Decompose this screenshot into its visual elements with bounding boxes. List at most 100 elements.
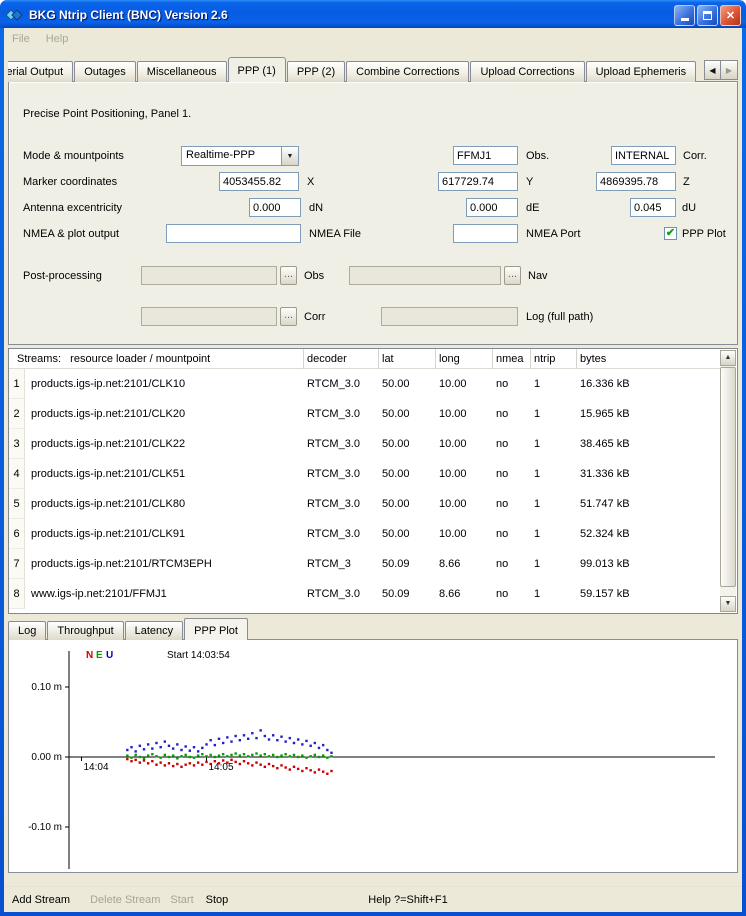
tab-combine-corrections[interactable]: Combine Corrections xyxy=(346,61,469,82)
cell-nmea: no xyxy=(493,498,531,510)
cell-long: 10.00 xyxy=(436,408,493,420)
cell-mount: products.igs-ip.net:2101/CLK10 xyxy=(25,378,304,390)
nmea-file-field[interactable] xyxy=(166,224,301,243)
corr-mountpoint-field[interactable] xyxy=(611,146,676,165)
table-row[interactable]: 3products.igs-ip.net:2101/CLK22RTCM_3.05… xyxy=(9,429,720,459)
nmea-port-field[interactable] xyxy=(453,224,518,243)
table-row[interactable]: 6products.igs-ip.net:2101/CLK91RTCM_3.05… xyxy=(9,519,720,549)
cell-ntrip: 1 xyxy=(531,588,577,600)
du-label: dU xyxy=(682,202,696,214)
cell-mount: products.igs-ip.net:2101/CLK22 xyxy=(25,438,304,450)
cell-lat: 50.00 xyxy=(379,378,436,390)
nmea-label: NMEA & plot output xyxy=(23,228,119,240)
ppp-plot-checkbox[interactable]: ✔ xyxy=(664,227,677,240)
cell-long: 10.00 xyxy=(436,528,493,540)
table-row[interactable]: 4products.igs-ip.net:2101/CLK51RTCM_3.05… xyxy=(9,459,720,489)
header-decoder[interactable]: decoder xyxy=(304,349,379,369)
minimize-button[interactable] xyxy=(674,5,695,26)
cell-num: 3 xyxy=(9,429,25,459)
cell-num: 2 xyxy=(9,399,25,429)
header-nmea[interactable]: nmea xyxy=(493,349,531,369)
scrollbar-thumb[interactable] xyxy=(720,367,736,587)
check-icon: ✔ xyxy=(666,227,675,239)
tab-scroll-right-button[interactable]: ▶ xyxy=(721,60,738,80)
header-lat[interactable]: lat xyxy=(379,349,436,369)
antenna-dn-field[interactable] xyxy=(249,198,301,217)
header-ntrip[interactable]: ntrip xyxy=(531,349,577,369)
obs-mountpoint-field[interactable] xyxy=(453,146,518,165)
cell-mount: products.igs-ip.net:2101/CLK51 xyxy=(25,468,304,480)
corr-file-label: Corr xyxy=(304,311,325,323)
vertical-scrollbar[interactable]: ▲ ▼ xyxy=(720,350,736,612)
bottom-tab-log[interactable]: Log xyxy=(8,621,46,640)
cell-ntrip: 1 xyxy=(531,468,577,480)
bottom-tab-throughput[interactable]: Throughput xyxy=(47,621,123,640)
window-title: BKG Ntrip Client (BNC) Version 2.6 xyxy=(29,8,674,22)
header-long[interactable]: long xyxy=(436,349,493,369)
streams-table-header: Streams: resource loader / mountpoint de… xyxy=(9,349,720,369)
antenna-du-field[interactable] xyxy=(630,198,676,217)
scroll-up-button[interactable]: ▲ xyxy=(720,350,736,366)
cell-nmea: no xyxy=(493,438,531,450)
tab-upload-ephemeris[interactable]: Upload Ephemeris xyxy=(586,61,697,82)
cell-num: 5 xyxy=(9,489,25,519)
cell-decoder: RTCM_3.0 xyxy=(304,438,379,450)
cell-bytes: 31.336 kB xyxy=(577,468,720,480)
bottom-tab-ppp-plot[interactable]: PPP Plot xyxy=(184,618,248,640)
tab-ppp-1[interactable]: PPP (1) xyxy=(228,57,286,82)
de-label: dE xyxy=(526,202,539,214)
nav-label: Nav xyxy=(528,270,548,282)
status-stop[interactable]: Stop xyxy=(206,894,229,906)
marker-x-field[interactable] xyxy=(219,172,299,191)
cell-bytes: 51.747 kB xyxy=(577,498,720,510)
tab-scroll-left-button[interactable]: ◀ xyxy=(704,60,721,80)
window-body: File Help Serial OutputOutagesMiscellaneo… xyxy=(4,28,742,912)
cell-decoder: RTCM_3.0 xyxy=(304,498,379,510)
x-label: X xyxy=(307,176,314,188)
cell-mount: products.igs-ip.net:2101/CLK91 xyxy=(25,528,304,540)
cell-long: 10.00 xyxy=(436,498,493,510)
table-row[interactable]: 1products.igs-ip.net:2101/CLK10RTCM_3.05… xyxy=(9,369,720,399)
antenna-de-field[interactable] xyxy=(466,198,518,217)
ppp-plot-label: PPP Plot xyxy=(682,228,726,240)
tab-outages[interactable]: Outages xyxy=(74,61,136,82)
postproc-log-field xyxy=(381,307,518,326)
table-row[interactable]: 7products.igs-ip.net:2101/RTCM3EPHRTCM_3… xyxy=(9,549,720,579)
cell-lat: 50.09 xyxy=(379,588,436,600)
table-row[interactable]: 5products.igs-ip.net:2101/CLK80RTCM_3.05… xyxy=(9,489,720,519)
ppp-plot-panel: 0.10 m0.00 m-0.10 m14:0414:05NEUStart 14… xyxy=(8,639,738,873)
header-bytes[interactable]: bytes xyxy=(577,349,720,369)
cell-long: 10.00 xyxy=(436,378,493,390)
scroll-down-button[interactable]: ▼ xyxy=(720,596,736,612)
cell-bytes: 16.336 kB xyxy=(577,378,720,390)
tab-upload-corrections[interactable]: Upload Corrections xyxy=(470,61,584,82)
cell-mount: www.igs-ip.net:2101/FFMJ1 xyxy=(25,588,304,600)
cell-decoder: RTCM_3.0 xyxy=(304,588,379,600)
postproc-label: Post-processing xyxy=(23,270,102,282)
table-row[interactable]: 8www.igs-ip.net:2101/FFMJ1RTCM_3.050.098… xyxy=(9,579,720,609)
marker-z-field[interactable] xyxy=(596,172,676,191)
title-bar[interactable]: BKG Ntrip Client (BNC) Version 2.6 ✕ xyxy=(0,0,746,28)
cell-lat: 50.00 xyxy=(379,528,436,540)
mode-combobox[interactable]: Realtime-PPP ▼ xyxy=(181,146,299,166)
nmea-port-label: NMEA Port xyxy=(526,228,580,240)
marker-y-field[interactable] xyxy=(438,172,518,191)
tab-miscellaneous[interactable]: Miscellaneous xyxy=(137,61,227,82)
tab-ppp-2[interactable]: PPP (2) xyxy=(287,61,345,82)
cell-decoder: RTCM_3.0 xyxy=(304,468,379,480)
postproc-nav-field xyxy=(349,266,501,285)
maximize-button[interactable] xyxy=(697,5,718,26)
ppp-plot-svg: 0.10 m0.00 m-0.10 m14:0414:05NEUStart 14… xyxy=(9,640,737,872)
svg-text:N: N xyxy=(86,650,93,661)
bottom-tab-latency[interactable]: Latency xyxy=(125,621,184,640)
close-button[interactable]: ✕ xyxy=(720,5,741,26)
menu-item-file[interactable]: File xyxy=(12,33,30,45)
status-add-stream[interactable]: Add Stream xyxy=(12,894,70,906)
menu-item-help[interactable]: Help xyxy=(46,33,69,45)
tab-serial-output[interactable]: Serial Output xyxy=(8,61,73,82)
corr-label: Corr. xyxy=(683,150,707,162)
header-mountpoint[interactable]: Streams: resource loader / mountpoint xyxy=(9,349,304,369)
table-row[interactable]: 2products.igs-ip.net:2101/CLK20RTCM_3.05… xyxy=(9,399,720,429)
combobox-dropdown-button[interactable]: ▼ xyxy=(281,147,298,165)
cell-num: 1 xyxy=(9,369,25,399)
